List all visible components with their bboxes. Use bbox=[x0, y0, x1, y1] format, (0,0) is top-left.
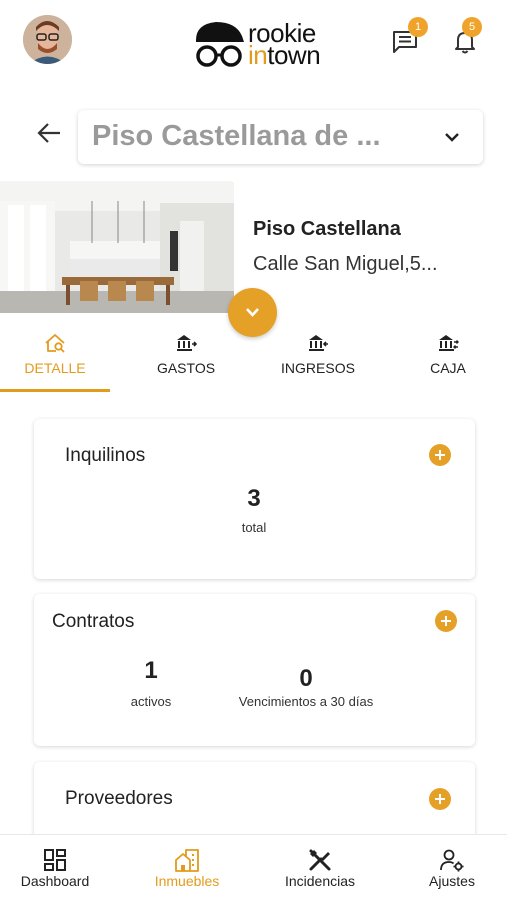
property-name: Piso Castellana bbox=[253, 218, 401, 240]
tab-ingresos-label: INGRESOS bbox=[281, 360, 355, 376]
nav-ajustes-label: Ajustes bbox=[429, 873, 475, 889]
add-proveedor-button[interactable] bbox=[429, 788, 451, 810]
chevron-down-icon bbox=[445, 133, 459, 142]
messages-badge: 1 bbox=[408, 17, 428, 37]
tab-gastos[interactable]: GASTOS bbox=[132, 328, 240, 394]
logo-text-in: in bbox=[248, 40, 268, 70]
vencimientos-label: Vencimientos a 30 días bbox=[238, 694, 374, 709]
back-button[interactable] bbox=[34, 118, 64, 148]
house-search-icon bbox=[45, 334, 65, 353]
inquilinos-card[interactable]: Inquilinos 3 total bbox=[34, 419, 475, 579]
nav-incidencias-label: Incidencias bbox=[284, 873, 356, 889]
contratos-activos-label: activos bbox=[130, 694, 172, 709]
dashboard-icon bbox=[44, 849, 66, 871]
inquilinos-title: Inquilinos bbox=[65, 445, 146, 466]
rookie-intown-logo: rookie intown bbox=[192, 18, 342, 70]
user-avatar[interactable] bbox=[23, 15, 72, 64]
nav-inmuebles[interactable]: Inmuebles bbox=[142, 835, 232, 900]
notifications-badge: 5 bbox=[462, 17, 482, 37]
property-address: Calle San Miguel,5... bbox=[253, 253, 438, 275]
nav-dashboard-label: Dashboard bbox=[20, 873, 90, 889]
contratos-card[interactable]: Contratos 1 activos 0 Vencimientos a 30 … bbox=[34, 594, 475, 746]
inquilinos-total-label: total bbox=[241, 520, 267, 535]
bottom-navigation: Dashboard Inmuebles Incidencias Ajustes bbox=[0, 834, 507, 900]
contratos-activos-value: 1 bbox=[144, 657, 158, 684]
notifications-button[interactable]: 5 bbox=[450, 17, 482, 58]
property-selector[interactable]: Piso Castellana de ... bbox=[78, 110, 483, 164]
nav-ajustes[interactable]: Ajustes bbox=[410, 835, 494, 900]
active-tab-indicator bbox=[0, 389, 110, 392]
property-selector-value: Piso Castellana de ... bbox=[92, 120, 381, 152]
logo-text-town: town bbox=[267, 40, 321, 70]
tab-detalle-label: DETALLE bbox=[24, 360, 86, 376]
tab-gastos-label: GASTOS bbox=[156, 360, 216, 376]
contratos-title: Contratos bbox=[52, 611, 135, 632]
arrow-left-icon bbox=[37, 123, 60, 143]
proveedores-title: Proveedores bbox=[65, 788, 173, 809]
property-tabs: DETALLE GASTOS INGRESOS CAJA bbox=[0, 328, 507, 394]
app-header: rookie intown 1 5 bbox=[0, 0, 507, 80]
tab-caja[interactable]: CAJA bbox=[400, 328, 496, 394]
nav-dashboard[interactable]: Dashboard bbox=[10, 835, 100, 900]
tab-detalle[interactable]: DETALLE bbox=[0, 328, 110, 394]
add-inquilino-button[interactable] bbox=[429, 444, 451, 466]
messages-button[interactable]: 1 bbox=[390, 17, 428, 58]
user-settings-icon bbox=[440, 849, 464, 872]
tools-icon bbox=[309, 849, 331, 871]
bank-out-icon bbox=[177, 335, 197, 351]
add-contrato-button[interactable] bbox=[435, 610, 457, 632]
vencimientos-value: 0 bbox=[299, 665, 313, 692]
tab-caja-label: CAJA bbox=[430, 360, 466, 376]
inquilinos-total-value: 3 bbox=[247, 485, 261, 512]
buildings-icon bbox=[175, 849, 199, 872]
property-photo bbox=[0, 181, 234, 313]
logo-text-intown: intown bbox=[248, 40, 321, 71]
bank-exchange-icon bbox=[439, 335, 459, 351]
nav-incidencias[interactable]: Incidencias bbox=[276, 835, 364, 900]
nav-inmuebles-label: Inmuebles bbox=[154, 873, 220, 889]
tab-ingresos[interactable]: INGRESOS bbox=[262, 328, 374, 394]
bank-in-icon bbox=[309, 335, 328, 351]
logo-face-icon bbox=[196, 22, 244, 67]
